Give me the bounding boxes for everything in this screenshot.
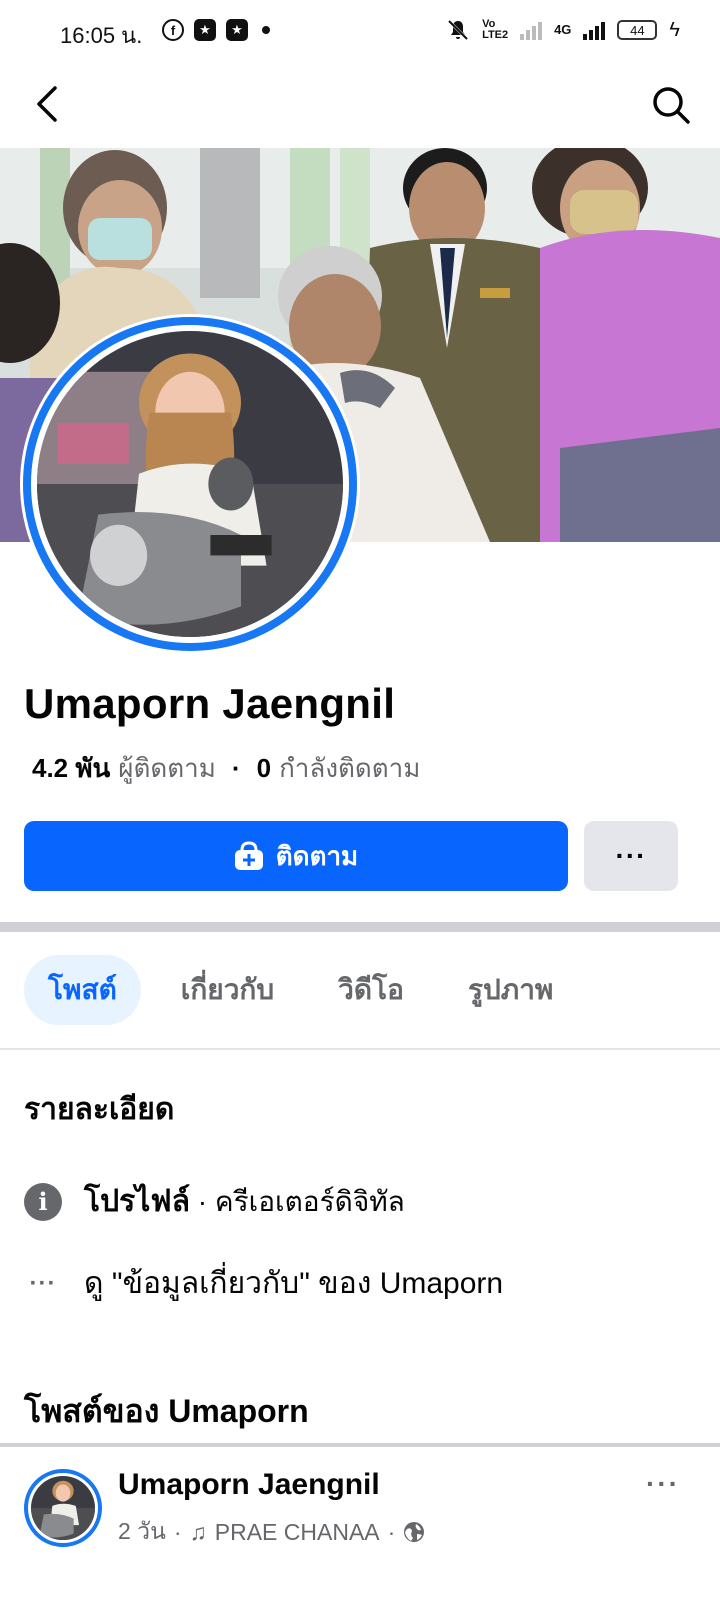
top-nav bbox=[0, 64, 720, 148]
star-app-icon-2: ★ bbox=[226, 19, 248, 41]
profile-type-bold: โปรไฟล์ bbox=[84, 1185, 190, 1218]
details-title: รายละเอียด bbox=[24, 1093, 175, 1126]
post-more-button[interactable]: ··· bbox=[646, 1468, 680, 1500]
section-divider bbox=[0, 922, 720, 932]
follow-stats: 4.2 พัน ผู้ติดตาม · 0 กำลังติดตาม bbox=[32, 748, 420, 789]
signal-strong-icon bbox=[583, 20, 606, 40]
mute-bell-icon bbox=[448, 19, 469, 41]
signal-weak-icon bbox=[520, 20, 543, 40]
more-notifications-dot bbox=[262, 26, 270, 34]
post-author-name[interactable]: Umaporn Jaengnil bbox=[118, 1468, 380, 1502]
facebook-notification-icon: f bbox=[162, 19, 184, 41]
meta-separator: · bbox=[173, 1518, 182, 1545]
about-link-row[interactable]: ··· ดู "ข้อมูลเกี่ยวกับ" ของ Umaporn bbox=[24, 1260, 504, 1307]
stats-separator: · bbox=[231, 753, 241, 783]
more-options-button[interactable]: ··· bbox=[584, 821, 678, 891]
charging-bolt-icon: ϟ bbox=[669, 18, 680, 41]
status-time: 16:05 น. bbox=[60, 23, 143, 48]
star-app-icon: ★ bbox=[194, 19, 216, 41]
tab-photos[interactable]: รูปภาพ bbox=[444, 955, 577, 1025]
avatar-photo bbox=[37, 331, 343, 637]
profile-type-rest: · ครีเอเตอร์ดิจิทัล bbox=[189, 1186, 405, 1217]
volte-label: Vo LTE2 bbox=[482, 18, 509, 41]
posts-divider bbox=[0, 1443, 720, 1447]
following-count[interactable]: 0 bbox=[257, 753, 271, 784]
follow-button[interactable]: ติดตาม bbox=[24, 821, 568, 891]
about-link-text[interactable]: ดู "ข้อมูลเกี่ยวกับ" ของ Umaporn bbox=[84, 1260, 503, 1307]
search-button[interactable] bbox=[648, 82, 694, 128]
follow-label: ติดตาม bbox=[275, 840, 359, 871]
profile-avatar[interactable] bbox=[20, 314, 360, 654]
tab-about[interactable]: เกี่ยวกับ bbox=[157, 955, 298, 1025]
follow-add-icon bbox=[234, 841, 263, 870]
chevron-left-icon bbox=[37, 86, 57, 122]
post-music[interactable]: PRAE CHANAA bbox=[215, 1519, 380, 1546]
post-author-avatar[interactable] bbox=[24, 1469, 102, 1547]
system-icons: Vo LTE2 4G 44 ϟ bbox=[446, 18, 680, 42]
status-bar: 16:05 น. f ★ ★ Vo LTE2 4G 44 ϟ bbox=[0, 0, 720, 64]
post-avatar-photo bbox=[31, 1476, 95, 1540]
tab-videos[interactable]: วิดีโอ bbox=[314, 955, 428, 1025]
back-button[interactable] bbox=[26, 82, 70, 126]
followers-count[interactable]: 4.2 พัน bbox=[32, 748, 110, 789]
meta-separator-2: · bbox=[387, 1518, 396, 1545]
post-meta: 2 วัน · ♫ PRAE CHANAA · bbox=[118, 1514, 425, 1550]
following-label[interactable]: กำลังติดตาม bbox=[279, 748, 420, 789]
tab-posts[interactable]: โพสต์ bbox=[24, 955, 141, 1025]
battery-icon: 44 bbox=[617, 20, 658, 40]
post-time[interactable]: 2 วัน bbox=[118, 1514, 166, 1550]
globe-icon bbox=[404, 1522, 425, 1542]
profile-name: Umaporn Jaengnil bbox=[24, 680, 396, 727]
profile-tabs: โพสต์ เกี่ยวกับ วิดีโอ รูปภาพ bbox=[24, 955, 593, 1025]
notification-icons: f ★ ★ bbox=[162, 19, 270, 41]
tabs-divider bbox=[0, 1048, 720, 1050]
followers-label[interactable]: ผู้ติดตาม bbox=[118, 748, 216, 789]
search-icon bbox=[653, 87, 690, 124]
ellipsis-icon: ··· bbox=[29, 1269, 57, 1297]
info-icon: i bbox=[24, 1182, 62, 1221]
network-type-label: 4G bbox=[554, 22, 572, 37]
profile-type-row: i โปรไฟล์ · ครีเอเตอร์ดิจิทัล bbox=[24, 1178, 405, 1225]
music-note-icon: ♫ bbox=[189, 1518, 207, 1545]
posts-section-title: โพสต์ของ Umaporn bbox=[24, 1393, 309, 1429]
story-ring bbox=[23, 317, 357, 651]
profile-type-text: โปรไฟล์ · ครีเอเตอร์ดิจิทัล bbox=[84, 1178, 405, 1225]
